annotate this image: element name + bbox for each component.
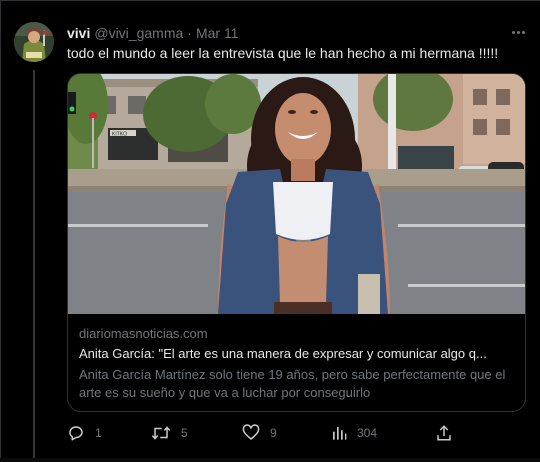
tweet-text: todo el mundo a leer la entrevista que l… (67, 45, 499, 61)
header-separator: · (187, 25, 192, 41)
share-button[interactable] (435, 422, 453, 444)
reply-count: 1 (95, 426, 102, 440)
retweet-button[interactable]: 5 (151, 422, 188, 444)
storefront-sign: KITKO (112, 132, 127, 138)
link-card-body[interactable]: diariomasnoticias.com Anita García: "El … (68, 314, 525, 411)
tweet-header: vivi @vivi_gamma · Mar 11 (67, 24, 238, 42)
link-domain[interactable]: diariomasnoticias.com (79, 326, 208, 341)
author-handle[interactable]: @vivi_gamma (94, 25, 183, 41)
share-icon (437, 425, 451, 441)
retweet-icon (151, 426, 171, 440)
like-button[interactable]: 9 (242, 422, 277, 444)
tweet-date[interactable]: Mar 11 (196, 25, 239, 41)
link-title[interactable]: Anita García: "El arte es una manera de … (79, 346, 519, 361)
action-bar: 1 5 9 304 (67, 422, 527, 444)
more-dot (521, 30, 525, 34)
more-options-button[interactable] (508, 24, 528, 40)
like-count: 9 (270, 426, 277, 440)
link-card-image: KITKO (68, 74, 525, 314)
link-description: Anita García Martínez solo tiene 19 años… (79, 367, 506, 400)
thread-connector-line (33, 70, 35, 458)
avatar[interactable] (14, 22, 54, 62)
more-horizontal-icon (511, 30, 515, 34)
link-card[interactable]: KITKO diariomasnoticias.com Anita García… (67, 73, 526, 412)
views-chart-icon (333, 427, 347, 440)
bottom-divider (0, 458, 540, 462)
more-dot (516, 30, 520, 34)
views-button[interactable]: 304 (331, 422, 377, 444)
reply-icon (69, 426, 83, 441)
reply-button[interactable]: 1 (67, 422, 102, 444)
views-count: 304 (357, 426, 378, 440)
heart-icon (242, 424, 260, 440)
retweet-count: 5 (181, 426, 188, 440)
avatar-image (14, 22, 54, 62)
author-name[interactable]: vivi (67, 25, 90, 41)
top-divider (0, 0, 540, 1)
